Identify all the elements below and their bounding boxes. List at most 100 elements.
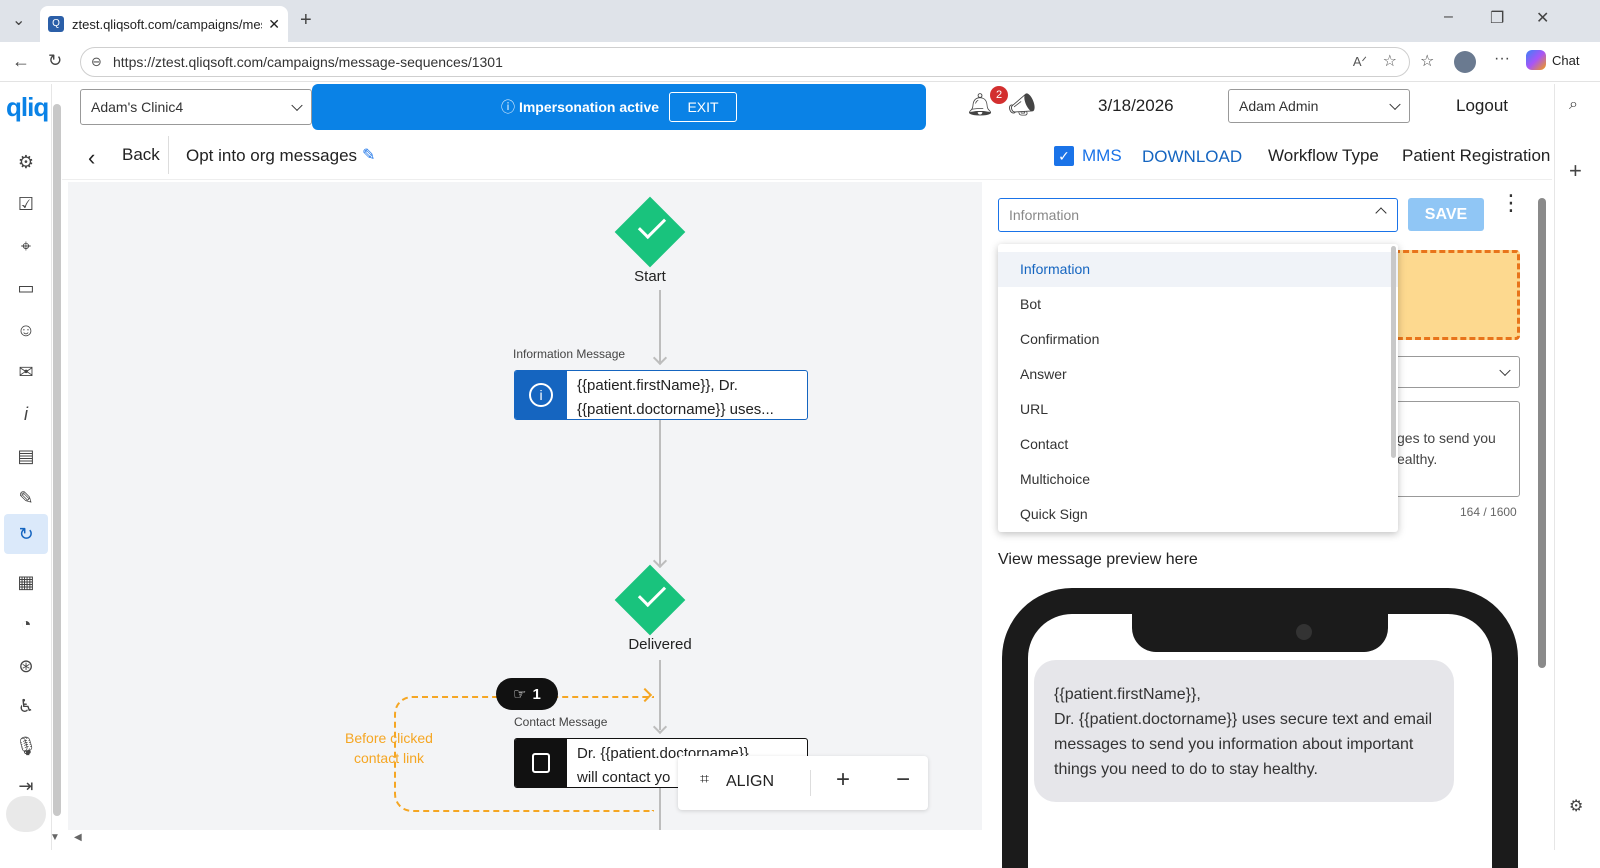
back-nav-icon[interactable]: ← <box>12 51 30 72</box>
click-count-badge[interactable]: ☞ 1 <box>496 678 558 710</box>
read-aloud-icon[interactable]: Aᐟ <box>1353 48 1367 76</box>
dropdown-scrollbar[interactable] <box>1391 246 1396 458</box>
user-select[interactable]: Adam Admin <box>1228 89 1410 123</box>
favorite-star-icon[interactable]: ☆ <box>1383 48 1397 76</box>
reports-icon[interactable]: ▤ <box>10 440 42 472</box>
dropdown-option-confirmation[interactable]: Confirmation <box>998 322 1398 357</box>
nav-avatar[interactable] <box>6 796 46 832</box>
delivered-label: Delivered <box>628 636 692 653</box>
panel-scrollbar[interactable] <box>1538 198 1546 668</box>
integrations-icon[interactable]: ⊛ <box>10 650 42 682</box>
mms-checkbox[interactable]: ✓ <box>1054 146 1074 166</box>
save-button[interactable]: SAVE <box>1408 198 1484 231</box>
info-message-node[interactable]: i {{patient.firstName}}, Dr. {{patient.d… <box>514 370 808 420</box>
chat-label: Chat <box>1552 52 1580 68</box>
notification-badge: 2 <box>990 86 1008 104</box>
bot-icon[interactable]: ☺ <box>10 314 42 346</box>
align-icon[interactable]: ⌗ <box>700 771 709 789</box>
close-window-icon[interactable]: ✕ <box>1536 8 1549 28</box>
start-label: Start <box>634 268 666 285</box>
divider <box>810 770 811 796</box>
analytics-icon[interactable]: ◔ <box>10 608 42 640</box>
site-favicon-icon: Q <box>48 16 64 32</box>
dropdown-option-quick-sign[interactable]: Quick Sign <box>998 497 1398 532</box>
site-info-icon[interactable]: ⊖ <box>91 48 102 76</box>
copilot-chat-button[interactable]: Chat <box>1526 50 1579 70</box>
dropdown-option-url[interactable]: URL <box>998 392 1398 427</box>
chevron-down-icon <box>1389 98 1401 111</box>
kebab-menu-icon[interactable]: ⋮ <box>1500 192 1522 214</box>
message-type-dropdown: Information Bot Confirmation Answer URL Conta… <box>998 244 1398 532</box>
sidebar-settings-icon[interactable]: ⚙ <box>1569 796 1583 816</box>
accessibility-icon[interactable]: ♿ <box>10 690 42 722</box>
conversations-icon[interactable]: ▭ <box>10 272 42 304</box>
connector-line <box>659 420 661 566</box>
dropdown-option-information[interactable]: Information <box>998 252 1398 287</box>
new-tab-icon[interactable]: + <box>300 9 312 32</box>
dropdown-option-answer[interactable]: Answer <box>998 357 1398 392</box>
logout-link[interactable]: Logout <box>1456 96 1508 116</box>
dropdown-option-multichoice[interactable]: Multichoice <box>998 462 1398 497</box>
app-logo[interactable]: qliq <box>6 92 49 123</box>
textarea-line1: ges to send you <box>1397 430 1496 446</box>
divider <box>168 136 169 174</box>
location-icon[interactable]: ⌖ <box>10 230 42 262</box>
zoom-out-icon[interactable]: − <box>896 766 910 794</box>
info-node-caption: Information Message <box>513 347 626 361</box>
arrow-down-icon <box>652 350 668 366</box>
tasks-icon[interactable]: ☑ <box>10 188 42 220</box>
clinic-select[interactable]: Adam's Clinic4 <box>80 89 312 125</box>
forms-icon[interactable]: ✎ <box>10 482 42 514</box>
dropdown-option-contact[interactable]: Contact <box>998 427 1398 462</box>
reload-icon[interactable]: ↻ <box>48 51 62 71</box>
edit-pencil-icon[interactable]: ✎ <box>362 145 375 165</box>
restore-icon[interactable]: ❐ <box>1490 8 1504 28</box>
image-drop-zone[interactable] <box>1390 250 1520 340</box>
download-button[interactable]: DOWNLOAD <box>1142 147 1242 167</box>
back-button[interactable]: Back <box>122 145 160 165</box>
scroll-down-icon[interactable]: ▼ <box>50 832 60 843</box>
info-icon[interactable]: i <box>10 398 42 430</box>
more-menu-icon[interactable]: ··· <box>1494 50 1510 68</box>
workflow-type-label: Workflow Type <box>1268 146 1379 165</box>
current-date: 3/18/2026 <box>1098 96 1174 115</box>
chevron-down-icon <box>1499 364 1511 377</box>
url-field[interactable]: ⊖ https://ztest.qliqsoft.com/campaigns/m… <box>80 47 1410 77</box>
align-button[interactable]: ALIGN <box>726 773 774 791</box>
workflow-canvas[interactable]: Start Information Message i {{patient.fi… <box>68 182 982 830</box>
announcement-icon[interactable]: 📣︎ <box>1008 92 1036 118</box>
message-type-value: Information <box>1009 207 1080 223</box>
sidebar-add-icon[interactable]: + <box>1569 158 1582 184</box>
tab-list-chevron-icon[interactable]: ⌄ <box>12 10 25 30</box>
calendar-icon[interactable]: ▦ <box>10 566 42 598</box>
favorites-icon[interactable]: ☆ <box>1420 51 1434 71</box>
preview-line1: {{patient.firstName}}, <box>1054 686 1201 703</box>
users-settings-icon[interactable]: ⚙ <box>10 146 42 178</box>
secondary-select[interactable] <box>1390 356 1520 388</box>
message-type-select[interactable]: Information <box>998 198 1398 232</box>
info-circle-icon: i <box>515 371 567 419</box>
browser-tab[interactable]: Q ztest.qliqsoft.com/campaigns/mes ✕ <box>40 6 288 42</box>
microphone-icon[interactable]: 🎙 <box>10 730 42 762</box>
chat-icon[interactable]: ✉ <box>10 356 42 388</box>
minimize-icon[interactable]: – <box>1444 8 1453 26</box>
clinic-select-value: Adam's Clinic4 <box>91 99 184 115</box>
scroll-left-icon[interactable]: ◀ <box>74 832 82 843</box>
exit-impersonation-button[interactable]: EXIT <box>669 92 738 122</box>
message-preview-bubble: {{patient.firstName}}, Dr. {{patient.doc… <box>1034 660 1454 802</box>
back-chevron-icon[interactable]: ‹ <box>88 145 95 171</box>
zoom-in-icon[interactable]: + <box>836 766 850 794</box>
branch-label: Before clicked contact link <box>334 728 444 768</box>
sidebar-search-icon[interactable]: ⌕ <box>1569 96 1578 114</box>
arrow-down-icon <box>652 553 668 569</box>
zoom-toolbar: ⌗ ALIGN + − <box>678 756 928 810</box>
campaigns-icon[interactable]: ↻ <box>4 514 48 554</box>
browser-tab-bar: ⌄ Q ztest.qliqsoft.com/campaigns/mes ✕ +… <box>0 0 1600 42</box>
nav-scrollbar[interactable] <box>53 104 61 816</box>
tab-close-icon[interactable]: ✕ <box>268 16 280 33</box>
info-node-line2: {{patient.doctorname}} uses... <box>577 401 774 418</box>
message-textarea[interactable]: ges to send you ealthy. <box>1390 401 1520 497</box>
user-select-value: Adam Admin <box>1239 98 1319 114</box>
dropdown-option-bot[interactable]: Bot <box>998 287 1398 322</box>
profile-avatar[interactable] <box>1454 51 1476 73</box>
